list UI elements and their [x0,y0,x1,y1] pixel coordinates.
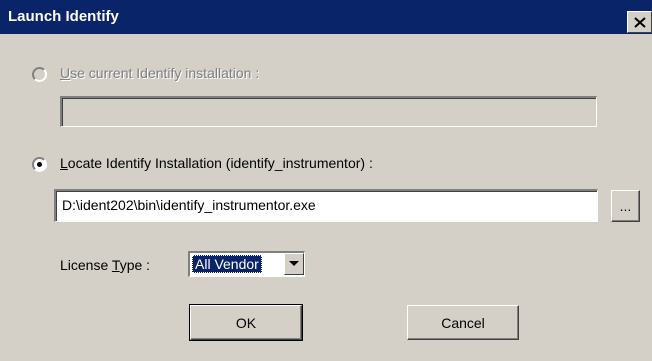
browse-button[interactable]: ... [611,190,640,222]
license-type-label: License Type : [60,257,150,273]
locate-hotkey: L [60,155,68,171]
title-bar: Launch Identify [0,0,652,34]
close-button[interactable] [627,11,652,33]
use-current-hotkey: U [60,65,71,81]
chevron-down-icon [289,261,299,266]
license-hotkey: T [111,257,120,273]
use-current-radio[interactable] [32,67,47,82]
license-type-value: All Vendor [192,255,262,273]
license-label-before: License [60,257,112,273]
installation-path-value: D:\ident202\bin\identify_instrumentor.ex… [62,197,316,213]
locate-installation-radio[interactable] [32,157,47,172]
window-title: Launch Identify [8,8,119,25]
ok-label: OK [235,314,257,331]
use-current-label-text: se current Identify installation : [70,65,260,81]
license-label-after: ype : [119,257,151,273]
current-installation-field[interactable] [60,96,597,127]
ok-button[interactable]: OK [189,304,303,341]
use-current-label: Use current Identify installation : [60,65,259,81]
radio-selected-dot [37,162,42,167]
locate-installation-label: Locate Identify Installation (identify_i… [60,155,373,171]
cancel-label: Cancel [441,314,485,331]
browse-label: ... [619,198,632,214]
cancel-button[interactable]: Cancel [407,305,519,340]
license-dropdown-button[interactable] [284,253,304,275]
locate-label-text: ocate Identify Installation (identify_in… [67,155,373,171]
close-icon [633,16,646,28]
license-type-select[interactable]: All Vendor [188,251,305,277]
installation-path-input[interactable]: D:\ident202\bin\identify_instrumentor.ex… [54,189,598,222]
